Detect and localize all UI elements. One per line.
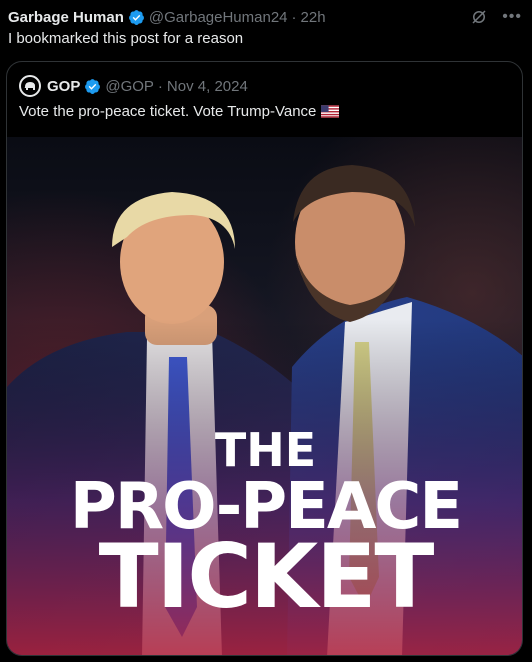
post-body-text: I bookmarked this post for a reason (8, 30, 244, 47)
grok-icon[interactable] (470, 8, 488, 26)
verified-badge-icon (128, 9, 144, 25)
post-timestamp[interactable]: 22h (301, 9, 326, 26)
post-media-image[interactable]: THE PRO-PEACE TICKET (7, 137, 522, 655)
post-header: Garbage Human @GarbageHuman24 · 22h (8, 6, 326, 28)
quoted-post-text-content: Vote the pro-peace ticket. Vote Trump-Va… (19, 103, 317, 120)
post-author-name[interactable]: Garbage Human (8, 9, 124, 26)
quoted-post-date[interactable]: Nov 4, 2024 (167, 78, 248, 95)
more-options-icon[interactable]: ••• (502, 9, 522, 25)
quoted-post-text: Vote the pro-peace ticket. Vote Trump-Va… (19, 103, 340, 120)
separator-dot: · (157, 77, 163, 95)
quoted-post-header: GOP @GOP · Nov 4, 2024 (19, 75, 248, 97)
quoted-author-name[interactable]: GOP (47, 78, 80, 95)
separator-dot: · (291, 8, 297, 26)
headline-line-3: TICKET (98, 525, 435, 628)
quoted-author-handle[interactable]: @GOP (105, 78, 154, 95)
post-author-handle[interactable]: @GarbageHuman24 (149, 9, 288, 26)
quoted-post-card[interactable]: GOP @GOP · Nov 4, 2024 Vote the pro-peac… (6, 61, 523, 656)
us-flag-icon (321, 105, 340, 118)
gop-elephant-icon[interactable] (19, 75, 41, 97)
headline-line-1: THE (214, 423, 317, 477)
verified-badge-icon (85, 78, 101, 94)
post-header-actions: ••• (470, 8, 522, 26)
